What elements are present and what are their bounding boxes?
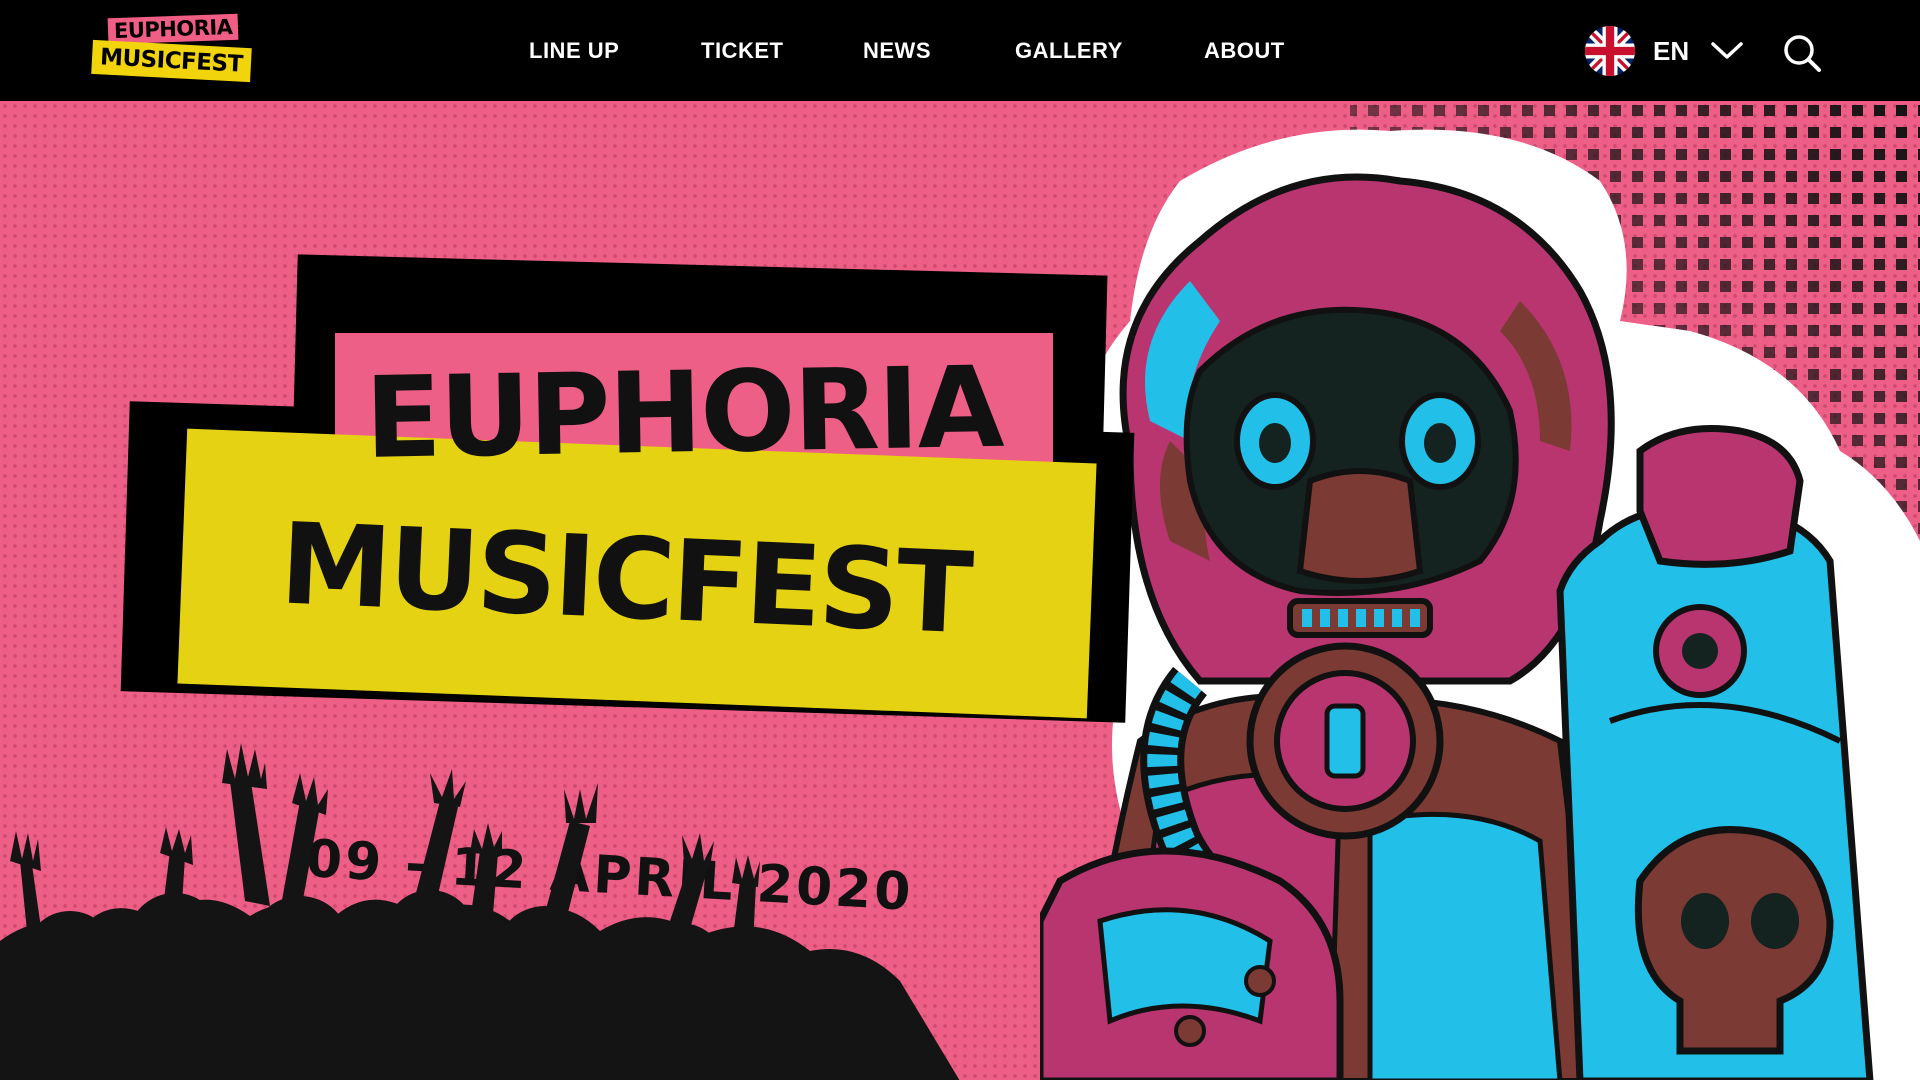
nav-item-gallery[interactable]: GALLERY (1015, 38, 1123, 64)
nav-item-about[interactable]: ABOUT (1204, 38, 1285, 64)
chevron-down-icon (1711, 42, 1743, 59)
nav-item-news[interactable]: NEWS (863, 38, 931, 64)
festival-title-line-1: EUPHORIA (363, 342, 1004, 484)
logo-line-1: EUPHORIA (107, 13, 239, 45)
search-icon[interactable] (1782, 33, 1822, 73)
nav-item-line-up[interactable]: LINE UP (529, 38, 619, 64)
gas-mask-mascot-illustration (1040, 129, 1920, 1080)
hero-banner: EUPHORIA MUSICFEST 09 - 12 APRIL 2020 (0, 101, 1920, 1080)
site-logo[interactable]: EUPHORIA MUSICFEST (90, 13, 252, 86)
top-navigation-bar: EUPHORIA MUSICFEST LINE UP TICKET NEWS G… (0, 0, 1920, 101)
nav-item-ticket[interactable]: TICKET (701, 38, 783, 64)
festival-title-block: EUPHORIA MUSICFEST 09 - 12 APRIL 2020 (120, 254, 1140, 923)
language-selector[interactable]: EN (1585, 26, 1743, 76)
language-label: EN (1653, 35, 1690, 66)
crowd-silhouette (0, 743, 960, 1080)
logo-line-2: MUSICFEST (91, 39, 252, 83)
uk-flag-icon (1585, 26, 1635, 76)
